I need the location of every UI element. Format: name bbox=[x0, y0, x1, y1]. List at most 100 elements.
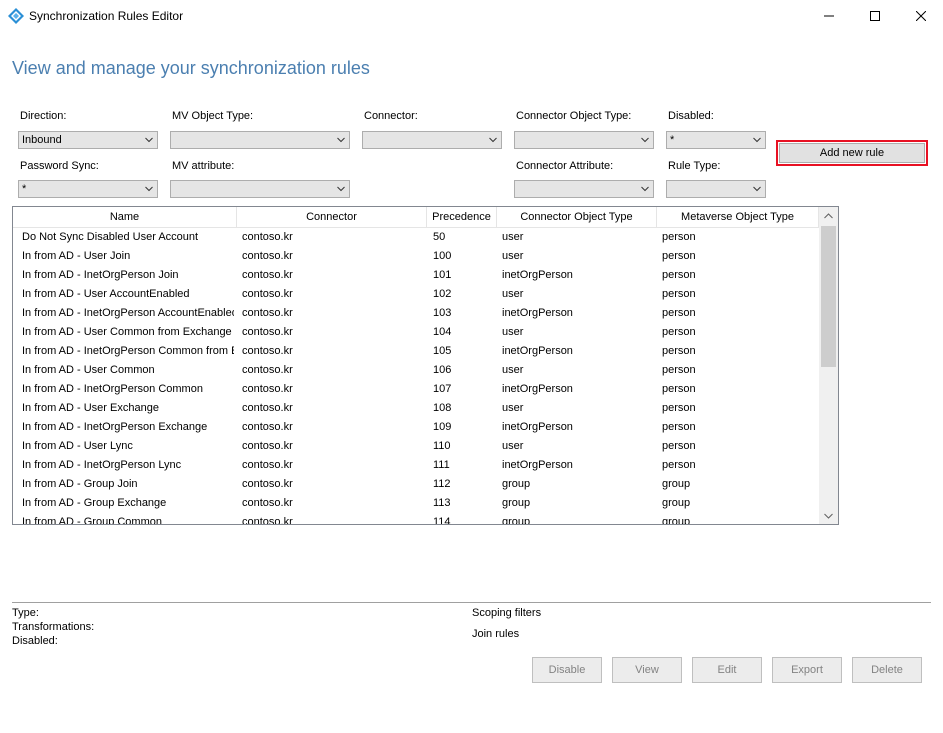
cell-connector: contoso.kr bbox=[242, 269, 293, 281]
chevron-down-icon bbox=[824, 513, 833, 519]
table-row[interactable]: In from AD - User Lync contoso.kr 110 user p… bbox=[13, 437, 819, 456]
table-row[interactable]: In from AD - User Join contoso.kr 100 user p… bbox=[13, 247, 819, 266]
export-button[interactable]: Export bbox=[772, 657, 842, 683]
cell-metaverse-object-type: group bbox=[662, 497, 691, 509]
cell-precedence: 111 bbox=[433, 459, 450, 471]
cell-precedence: 107 bbox=[433, 383, 452, 395]
vertical-scrollbar[interactable] bbox=[819, 207, 838, 524]
cell-metaverse-object-type: person bbox=[662, 307, 696, 319]
cell-name: In from AD - InetOrgPerson Lync bbox=[22, 459, 182, 471]
delete-button[interactable]: Delete bbox=[852, 657, 922, 683]
view-button[interactable]: View bbox=[612, 657, 682, 683]
table-row[interactable]: Do Not Sync Disabled User Account contoso… bbox=[13, 228, 819, 247]
direction-select[interactable]: Inbound bbox=[18, 131, 158, 149]
cell-connector-object-type: user bbox=[502, 231, 524, 243]
disable-button[interactable]: Disable bbox=[532, 657, 602, 683]
cell-metaverse-object-type: person bbox=[662, 459, 696, 471]
table-row[interactable]: In from AD - InetOrgPerson Lync contoso.k… bbox=[13, 456, 819, 475]
rules-grid[interactable]: Name Connector Precedence Connector Obje… bbox=[12, 206, 839, 525]
edit-button[interactable]: Edit bbox=[692, 657, 762, 683]
cell-precedence: 104 bbox=[433, 326, 452, 338]
minimize-button[interactable] bbox=[806, 0, 852, 31]
cell-metaverse-object-type: person bbox=[662, 288, 696, 300]
table-row[interactable]: In from AD - Group Join contoso.kr 112 grou… bbox=[13, 475, 819, 494]
transformations-label: Transformations: bbox=[12, 621, 95, 633]
direction-label: Direction: bbox=[20, 110, 67, 122]
chevron-down-icon bbox=[641, 186, 649, 192]
column-header-connector-object-type[interactable]: Connector Object Type bbox=[497, 207, 657, 228]
column-header-name[interactable]: Name bbox=[13, 207, 237, 228]
cell-precedence: 106 bbox=[433, 364, 452, 376]
cell-connector-object-type: user bbox=[502, 250, 524, 262]
window-title: Synchronization Rules Editor bbox=[29, 9, 184, 23]
cell-precedence: 112 bbox=[433, 478, 451, 490]
cell-precedence: 103 bbox=[433, 307, 452, 319]
cell-name: In from AD - User Exchange bbox=[22, 402, 159, 414]
cell-connector-object-type: inetOrgPerson bbox=[502, 307, 573, 319]
table-row[interactable]: In from AD - InetOrgPerson Exchange conto… bbox=[13, 418, 819, 437]
table-row[interactable]: In from AD - InetOrgPerson Join contoso.k… bbox=[13, 266, 819, 285]
cell-metaverse-object-type: person bbox=[662, 269, 696, 281]
connector-select[interactable] bbox=[362, 131, 502, 149]
cell-connector-object-type: group bbox=[502, 478, 531, 490]
cell-metaverse-object-type: person bbox=[662, 421, 696, 433]
table-row[interactable]: In from AD - InetOrgPerson AccountEnable… bbox=[13, 304, 819, 323]
cell-connector-object-type: inetOrgPerson bbox=[502, 269, 573, 281]
cell-connector: contoso.kr bbox=[242, 402, 293, 414]
table-row[interactable]: In from AD - User Common from Exchange co… bbox=[13, 323, 819, 342]
cell-connector: contoso.kr bbox=[242, 459, 293, 471]
column-header-connector[interactable]: Connector bbox=[237, 207, 427, 228]
cell-connector-object-type: inetOrgPerson bbox=[502, 345, 573, 357]
connector-attribute-label: Connector Attribute: bbox=[516, 160, 614, 172]
chevron-down-icon bbox=[337, 186, 345, 192]
cell-name: In from AD - InetOrgPerson Common from E… bbox=[22, 345, 234, 357]
direction-value: Inbound bbox=[22, 134, 62, 146]
table-row[interactable]: In from AD - User AccountEnabled contoso.… bbox=[13, 285, 819, 304]
table-row[interactable]: In from AD - Group Common contoso.kr 114 gr… bbox=[13, 513, 819, 524]
password-sync-select[interactable]: * bbox=[18, 180, 158, 198]
cell-connector-object-type: user bbox=[502, 440, 524, 452]
grid-header: Name Connector Precedence Connector Obje… bbox=[13, 207, 819, 228]
table-row[interactable]: In from AD - InetOrgPerson Common contoso… bbox=[13, 380, 819, 399]
rule-type-select[interactable] bbox=[666, 180, 766, 198]
cell-connector: contoso.kr bbox=[242, 440, 293, 452]
table-row[interactable]: In from AD - User Common contoso.kr 106 use… bbox=[13, 361, 819, 380]
chevron-down-icon bbox=[753, 137, 761, 143]
table-row[interactable]: In from AD - User Exchange contoso.kr 108 u… bbox=[13, 399, 819, 418]
cell-precedence: 110 bbox=[433, 440, 451, 452]
cell-connector: contoso.kr bbox=[242, 250, 293, 262]
app-icon bbox=[8, 8, 24, 24]
cell-connector-object-type: inetOrgPerson bbox=[502, 421, 573, 433]
maximize-button[interactable] bbox=[852, 0, 898, 31]
scroll-up-button[interactable] bbox=[819, 207, 838, 224]
cell-connector: contoso.kr bbox=[242, 497, 293, 509]
cell-precedence: 102 bbox=[433, 288, 452, 300]
cell-connector-object-type: user bbox=[502, 326, 524, 338]
add-new-rule-button[interactable]: Add new rule bbox=[776, 140, 928, 166]
column-header-precedence[interactable]: Precedence bbox=[427, 207, 497, 228]
cell-connector: contoso.kr bbox=[242, 307, 293, 319]
mv-attribute-select[interactable] bbox=[170, 180, 350, 198]
connector-attribute-select[interactable] bbox=[514, 180, 654, 198]
mv-attribute-label: MV attribute: bbox=[172, 160, 235, 172]
mv-object-type-select[interactable] bbox=[170, 131, 350, 149]
disabled-select[interactable]: * bbox=[666, 131, 766, 149]
minimize-icon bbox=[824, 15, 834, 16]
close-button[interactable] bbox=[898, 0, 943, 31]
table-row[interactable]: In from AD - Group Exchange contoso.kr 113… bbox=[13, 494, 819, 513]
cell-metaverse-object-type: person bbox=[662, 250, 696, 262]
cell-metaverse-object-type: person bbox=[662, 383, 696, 395]
cell-connector-object-type: group bbox=[502, 497, 531, 509]
connector-object-type-label: Connector Object Type: bbox=[516, 110, 632, 122]
cell-connector: contoso.kr bbox=[242, 326, 293, 338]
connector-object-type-select[interactable] bbox=[514, 131, 654, 149]
cell-precedence: 108 bbox=[433, 402, 452, 414]
table-row[interactable]: In from AD - InetOrgPerson Common from E… bbox=[13, 342, 819, 361]
column-header-metaverse-object-type[interactable]: Metaverse Object Type bbox=[657, 207, 819, 228]
cell-connector: contoso.kr bbox=[242, 345, 293, 357]
scrollbar-thumb[interactable] bbox=[821, 226, 836, 367]
cell-connector-object-type: user bbox=[502, 288, 524, 300]
scroll-down-button[interactable] bbox=[819, 507, 838, 524]
mv-object-type-label: MV Object Type: bbox=[172, 110, 254, 122]
cell-name: In from AD - User Common bbox=[22, 364, 155, 376]
